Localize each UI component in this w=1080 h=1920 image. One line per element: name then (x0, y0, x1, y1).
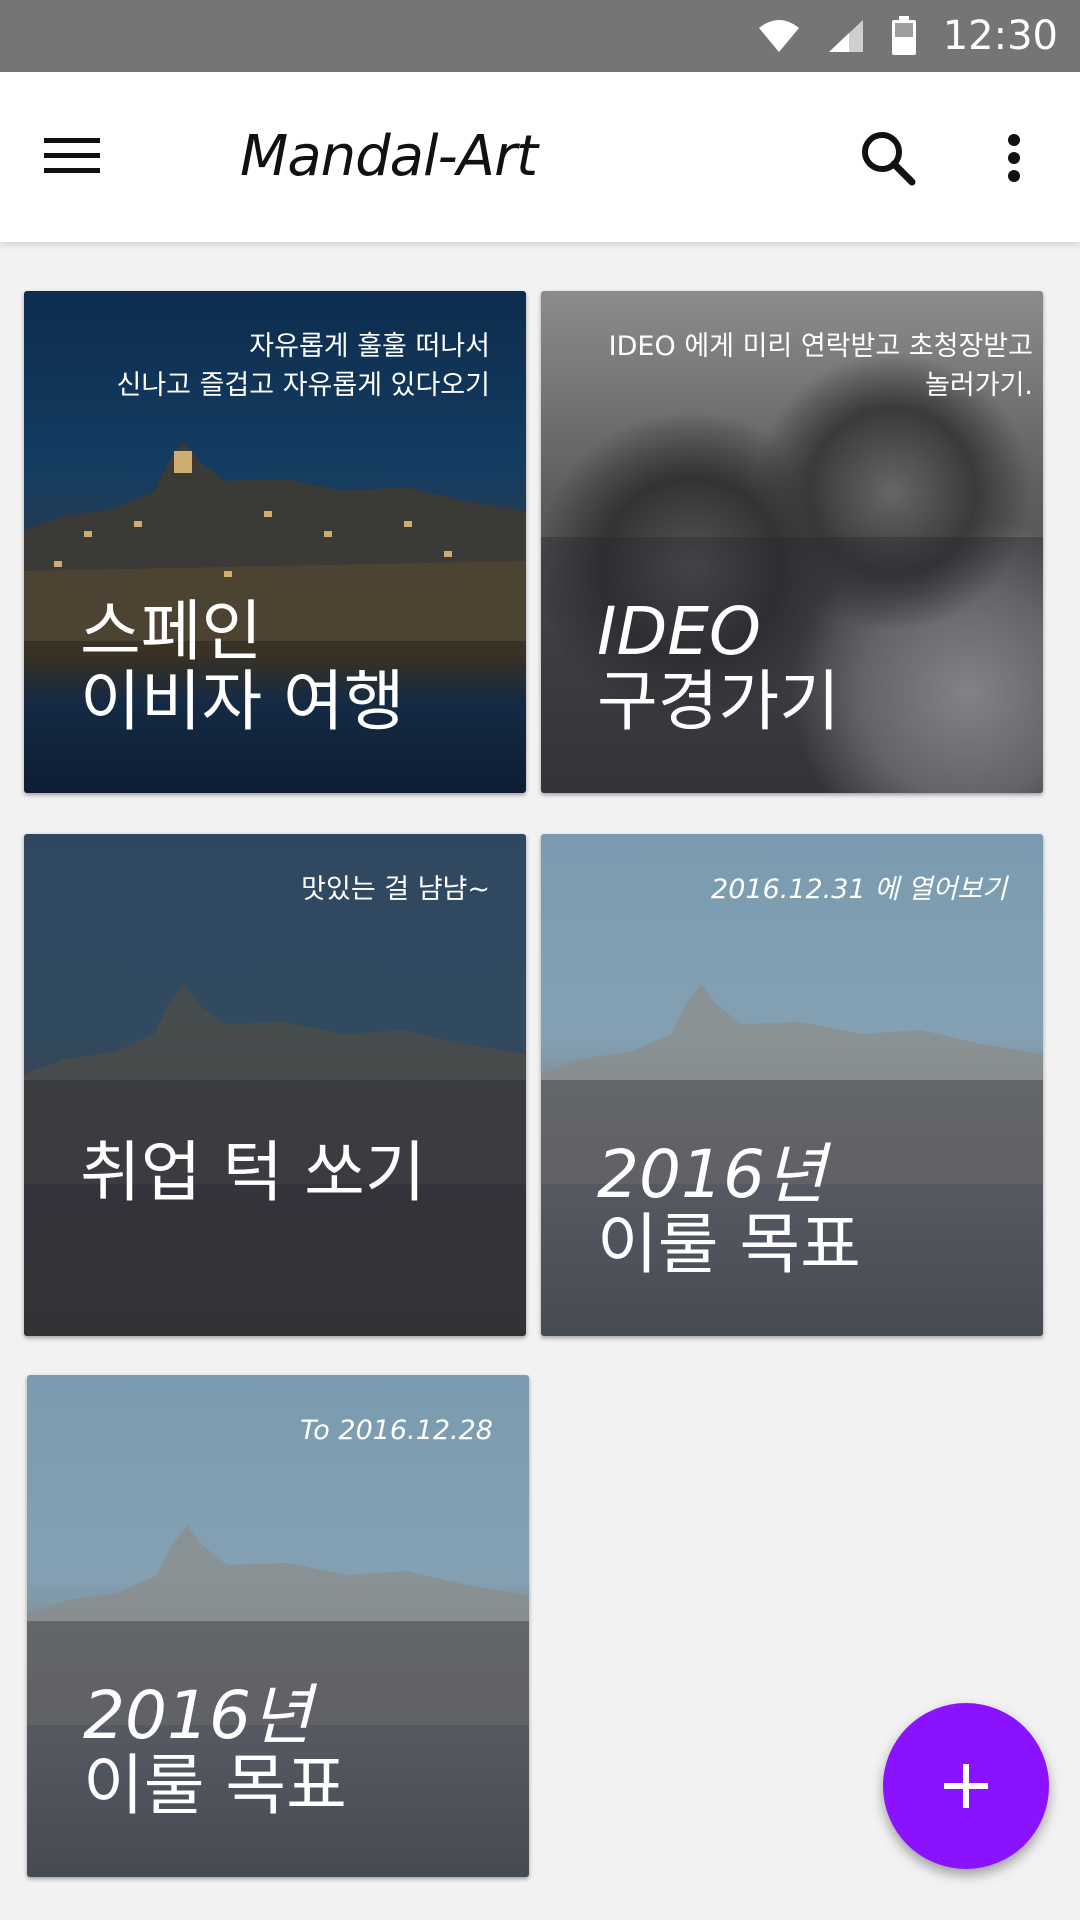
card-subtitle: To 2016.12.28 (300, 1415, 493, 1446)
wifi-icon (758, 20, 799, 52)
card-title: IDEO 구경가기 (597, 597, 840, 737)
card-title: 2016년 이룰 목표 (83, 1681, 347, 1821)
card-title-line1: 스페인 (80, 593, 263, 670)
card-subtitle: 맛있는 걸 냠냠~ (301, 874, 490, 905)
search-button[interactable] (856, 126, 920, 190)
add-icon (944, 1764, 988, 1808)
add-mandalart-fab[interactable] (883, 1703, 1049, 1869)
card-title-line1: 2016년 (83, 1677, 312, 1754)
app-bar: Mandal-Art (0, 72, 1080, 242)
card-title-line2: 구경가기 (597, 663, 840, 740)
card-title-line1: IDEO (597, 593, 761, 670)
status-bar: 12:30 (0, 0, 1080, 72)
card-title: 스페인 이비자 여행 (80, 597, 405, 737)
card-subtitle: 2016.12.31 에 열어보기 (711, 874, 1007, 905)
mandalart-card[interactable]: To 2016.12.28 2016년 이룰 목표 (27, 1375, 529, 1877)
card-title-line2: 이룰 목표 (83, 1747, 347, 1824)
status-time: 12:30 (942, 13, 1058, 59)
card-title: 취업 턱 쏘기 (80, 1138, 426, 1208)
app-title: Mandal-Art (240, 124, 538, 189)
battery-icon (891, 16, 916, 55)
mandalart-card[interactable]: 맛있는 걸 냠냠~ 취업 턱 쏘기 (24, 834, 526, 1336)
more-options-button[interactable] (990, 126, 1038, 190)
mandalart-card[interactable]: 2016.12.31 에 열어보기 2016년 이룰 목표 (541, 834, 1043, 1336)
card-subtitle: IDEO 에게 미리 연락받고 초청장받고 놀러가기. (608, 331, 1033, 401)
card-subtitle: 자유롭게 훌훌 떠나서 신나고 즐겁고 자유롭게 있다오기 (116, 331, 490, 401)
menu-icon (44, 138, 100, 173)
menu-button[interactable] (44, 124, 124, 188)
card-title-line2: 이룰 목표 (597, 1206, 861, 1283)
card-title-line2: 이비자 여행 (80, 663, 405, 740)
card-title-line1: 2016년 (597, 1136, 826, 1213)
mandalart-card[interactable]: IDEO 에게 미리 연락받고 초청장받고 놀러가기. IDEO 구경가기 (541, 291, 1043, 793)
search-icon (862, 132, 916, 186)
more-vert-icon (1008, 134, 1020, 182)
cell-signal-icon (828, 20, 863, 52)
mandalart-card[interactable]: 자유롭게 훌훌 떠나서 신나고 즐겁고 자유롭게 있다오기 스페인 이비자 여행 (24, 291, 526, 793)
card-title: 2016년 이룰 목표 (597, 1140, 861, 1280)
card-title-line1: 취업 턱 쏘기 (80, 1134, 426, 1211)
